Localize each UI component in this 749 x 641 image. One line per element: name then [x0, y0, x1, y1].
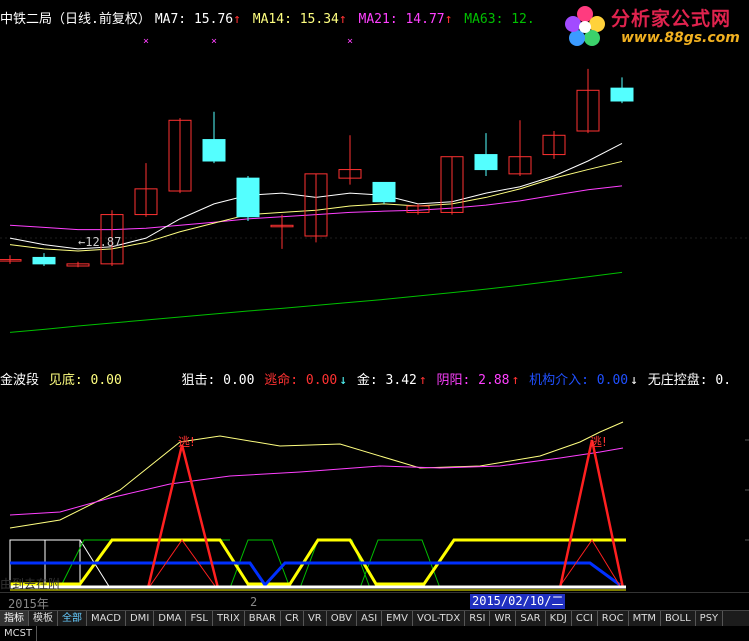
page-label: 2: [250, 595, 258, 609]
tab-obv[interactable]: OBV: [327, 611, 357, 626]
tab-macd[interactable]: MACD: [87, 611, 126, 626]
tab-rsi[interactable]: RSI: [465, 611, 491, 626]
price-chart: × × × ←12.87: [0, 36, 749, 333]
tab-trix[interactable]: TRIX: [213, 611, 245, 626]
tab-wr[interactable]: WR: [490, 611, 517, 626]
tab-dma[interactable]: DMA: [154, 611, 187, 626]
low-price-label: ←12.87: [78, 235, 121, 249]
tab-kdj[interactable]: KDJ: [546, 611, 572, 626]
candle: [372, 181, 396, 203]
faint-text: 由到去在附: [0, 577, 60, 591]
signal-mark: ×: [143, 36, 149, 47]
ind-magenta-line: [9, 447, 624, 516]
escape-label-2: 逃!: [590, 435, 607, 449]
tab-mtm[interactable]: MTM: [629, 611, 661, 626]
tab-dmi[interactable]: DMI: [126, 611, 155, 626]
candle: [236, 177, 260, 218]
tab-cci[interactable]: CCI: [572, 611, 598, 626]
candle: [202, 139, 226, 162]
tab-模板[interactable]: 模板: [29, 611, 58, 626]
bottom-separator: [0, 592, 749, 593]
indicator-tabs: 指标 模板 全部 MACD DMI DMA FSL TRIX BRAR CR VR OBV ASI EMV…: [0, 610, 749, 641]
indicator-chart: 逃! 逃! 由到去在附: [0, 421, 749, 591]
stock-title: 中铁二局（日线.前复权）: [0, 12, 151, 27]
candle: [32, 256, 56, 265]
tab-vol-tdx[interactable]: VOL-TDX: [413, 611, 466, 626]
tab-vr[interactable]: VR: [304, 611, 327, 626]
title-bar: 中铁二局（日线.前复权） MA7: 15.76↑ MA14: 15.34↑ MA2…: [0, 8, 539, 27]
tab-asi[interactable]: ASI: [357, 611, 383, 626]
ma7-value: MA7: 15.76: [154, 12, 234, 27]
ma7-arrow: ↑: [233, 12, 241, 27]
tab-指标[interactable]: 指标: [0, 611, 29, 626]
signal-mark: ×: [211, 36, 217, 47]
candle: [474, 154, 498, 171]
ind-red-spike: [146, 444, 220, 589]
tab-psy[interactable]: PSY: [696, 611, 724, 626]
ma14-arrow: ↑: [338, 12, 347, 27]
tab-cr[interactable]: CR: [281, 611, 304, 626]
date-label: 2015/02/10/二: [470, 594, 566, 609]
escape-label-1: 逃!: [178, 435, 195, 449]
ma21-arrow: ↑: [444, 12, 453, 27]
candle: [610, 87, 634, 102]
ma63-line: [9, 271, 623, 333]
tab-boll[interactable]: BOLL: [661, 611, 696, 626]
tab-roc[interactable]: ROC: [598, 611, 629, 626]
tab-mcst[interactable]: MCST: [0, 626, 38, 641]
tab-sar[interactable]: SAR: [516, 611, 546, 626]
tab-emv[interactable]: EMV: [382, 611, 413, 626]
tab-fsl[interactable]: FSL: [186, 611, 213, 626]
tab-全部[interactable]: 全部: [58, 611, 87, 626]
ma21-value: MA21: 14.77: [358, 12, 445, 27]
ma63-value: MA63: 12.: [464, 12, 535, 27]
tab-brar[interactable]: BRAR: [245, 611, 281, 626]
ind-yellow-line: [9, 421, 624, 529]
ma14-value: MA14: 15.34: [252, 12, 339, 27]
signal-mark: ×: [347, 36, 353, 47]
